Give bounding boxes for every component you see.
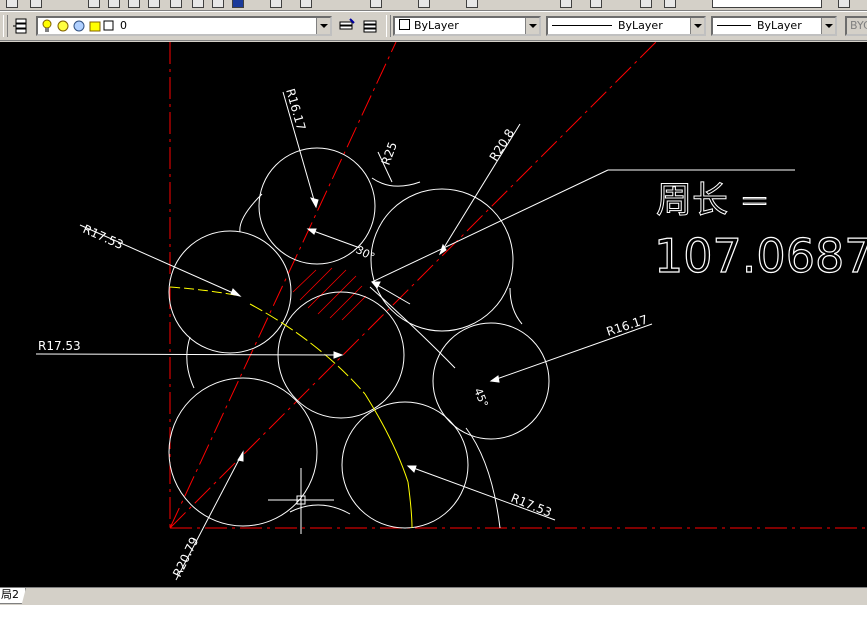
perimeter-label: 周长 =	[656, 180, 770, 221]
lineweight-preview-icon	[717, 25, 751, 26]
inner-arc-45	[369, 286, 456, 369]
circle-upper-right	[370, 188, 514, 332]
layer-make-current-icon	[339, 18, 355, 30]
color-control-dropdown[interactable]: ByLayer	[393, 16, 541, 36]
dim-r17-53-bottom: R17.53	[509, 491, 554, 520]
preview-icon[interactable]	[170, 0, 182, 8]
arrowhead	[406, 465, 417, 473]
command-combo[interactable]	[712, 0, 822, 8]
restore-icon[interactable]	[838, 0, 850, 8]
window-icon[interactable]	[640, 0, 652, 8]
plot-icon[interactable]	[212, 0, 224, 8]
plotstyle-value: BYC	[850, 19, 867, 32]
outer-arc-right-bottom	[465, 427, 501, 529]
new-file-icon[interactable]	[88, 0, 100, 8]
crosshair-cursor	[268, 468, 334, 534]
toolbar-grip[interactable]	[386, 15, 391, 37]
layer-previous-button[interactable]	[360, 15, 382, 37]
arrowhead	[306, 228, 317, 235]
dist-icon[interactable]	[560, 0, 572, 8]
dim-angle-45: 45°	[471, 386, 490, 409]
drawing-canvas[interactable]: R16.17 R25 R20.8 R17.53 R17.53 R16.17 R1…	[0, 42, 867, 587]
layer-previous-icon	[363, 20, 377, 33]
make-current-layer-button[interactable]	[336, 15, 358, 37]
dim-r16-17-right: R16.17	[605, 312, 650, 339]
layer-state-icons	[40, 18, 116, 34]
standard-toolbar	[0, 0, 867, 11]
linetype-value: ByLayer	[618, 19, 663, 32]
chevron-down-icon[interactable]	[690, 18, 704, 34]
open-file-icon[interactable]	[108, 0, 120, 8]
arrowhead	[489, 375, 500, 383]
angle-dim-30	[307, 228, 361, 249]
undo-icon[interactable]	[300, 0, 312, 8]
leader-perimeter	[371, 169, 609, 283]
dim-angle-30: 30°	[354, 243, 377, 264]
linetype-control-dropdown[interactable]: ByLayer	[546, 16, 706, 36]
color-value: ByLayer	[414, 19, 459, 32]
model-space-drawing: R16.17 R25 R20.8 R17.53 R17.53 R16.17 R1…	[35, 42, 867, 581]
properties-icon[interactable]	[418, 0, 430, 8]
outer-arc-lower-left	[186, 336, 195, 389]
arrowhead	[333, 351, 344, 359]
chevron-down-icon[interactable]	[525, 18, 539, 34]
layout-tab-bar: 局2	[0, 587, 867, 605]
tab-layout2-label: 局2	[1, 588, 19, 601]
tab-layout2[interactable]: 局2	[0, 588, 26, 604]
perimeter-value: 107.0687	[654, 229, 867, 283]
leader-r17-53-mid	[35, 353, 343, 356]
match-properties-icon[interactable]	[466, 0, 478, 8]
command-line-area[interactable]	[0, 605, 867, 634]
dropdown-icon[interactable]	[6, 0, 18, 8]
current-layer-name: 0	[120, 19, 127, 32]
arrowhead	[309, 197, 319, 209]
chevron-down-icon[interactable]	[821, 18, 835, 34]
layer-manager-button[interactable]	[10, 15, 32, 37]
lineweight-control-dropdown[interactable]: ByLayer	[711, 16, 837, 36]
layer-control-dropdown[interactable]: 0	[36, 16, 332, 36]
dim-r17-53-mid: R17.53	[38, 339, 81, 353]
lineweight-value: ByLayer	[757, 19, 802, 32]
centerline-60deg	[169, 42, 397, 529]
outer-arc-left	[239, 193, 263, 233]
outer-arc-bottom	[289, 504, 351, 515]
dim-r16-17-top: R16.17	[283, 87, 308, 132]
linetype-preview-icon	[552, 25, 612, 26]
plotstyle-control-dropdown[interactable]: BYC	[845, 16, 867, 36]
publish-icon[interactable]	[192, 0, 204, 8]
window-icon[interactable]	[664, 0, 676, 8]
help-icon[interactable]	[590, 0, 602, 8]
arrowhead	[370, 281, 381, 289]
dropdown-icon[interactable]	[30, 0, 42, 8]
pan-icon[interactable]	[270, 0, 282, 8]
design-center-icon[interactable]	[232, 0, 244, 8]
save-icon[interactable]	[128, 0, 140, 8]
dim-r25: R25	[379, 140, 400, 167]
dim-r20-79: R20.79	[170, 535, 201, 580]
zoom-icon[interactable]	[370, 0, 382, 8]
toolbar-grip[interactable]	[3, 15, 8, 37]
color-swatch-icon	[399, 19, 410, 30]
dim-r17-53-upper: R17.53	[81, 222, 126, 252]
dim-r20-8: R20.8	[487, 126, 517, 163]
print-icon[interactable]	[148, 0, 160, 8]
outer-arc-upper-right	[509, 287, 523, 325]
layers-properties-toolbar: 0 ByLayer ByLayer ByLayer BYC	[0, 11, 867, 41]
arrowhead	[237, 450, 244, 462]
layer-stack-icon	[13, 18, 27, 34]
chevron-down-icon[interactable]	[316, 18, 330, 34]
outer-arc-r25	[371, 177, 421, 187]
